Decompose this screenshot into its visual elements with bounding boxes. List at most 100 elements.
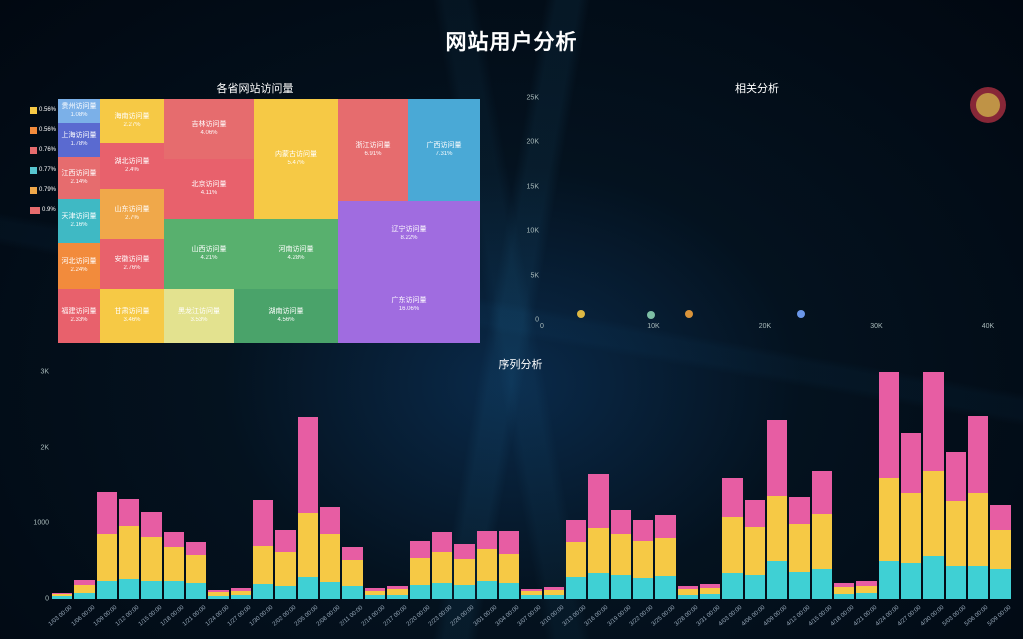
treemap-cell-name: 河北访问量	[62, 258, 97, 266]
legend-pct: 0.56%	[39, 127, 56, 133]
scatter-plot[interactable]	[542, 98, 988, 320]
barseq-column[interactable]: 4/30 00:00	[923, 372, 943, 599]
barseq-column[interactable]: 4/09 00:00	[767, 372, 787, 599]
scatter-point[interactable]	[647, 311, 655, 319]
treemap-cell[interactable]: 河北访问量2.24%	[58, 243, 100, 289]
barseq-column[interactable]: 2/26 00:00	[454, 372, 474, 599]
barseq-xlabel: 3/07 00:00	[517, 605, 543, 628]
barseq-column[interactable]: 3/25 00:00	[655, 372, 675, 599]
treemap-cell[interactable]: 安徽访问量2.76%	[100, 239, 164, 289]
barseq-column[interactable]: 2/02 00:00	[275, 372, 295, 599]
treemap-cell[interactable]: 广东访问量16.06%	[338, 267, 480, 343]
treemap-cell[interactable]: 江西访问量2.14%	[58, 157, 100, 199]
treemap-cell[interactable]: 河南访问量4.28%	[254, 219, 338, 289]
barseq-column[interactable]: 2/08 00:00	[320, 372, 340, 599]
scatter-point[interactable]	[577, 310, 585, 318]
treemap-cell[interactable]: 广西访问量7.31%	[408, 99, 480, 201]
treemap-cell[interactable]: 北京访问量4.11%	[164, 159, 254, 219]
treemap-cell[interactable]: 吉林访问量4.06%	[164, 99, 254, 159]
treemap-cell[interactable]: 辽宁访问量8.22%	[338, 201, 480, 267]
barseq-column[interactable]: 1/09 00:00	[97, 372, 117, 599]
barseq-plot[interactable]: 1/03 00:001/06 00:001/09 00:001/12 00:00…	[52, 372, 1011, 599]
treemap-legend-item: 0.79%	[30, 181, 56, 199]
barseq-column[interactable]: 5/03 00:00	[946, 372, 966, 599]
barseq-column[interactable]: 3/01 00:00	[477, 372, 497, 599]
barseq-column[interactable]: 3/22 00:00	[633, 372, 653, 599]
barseq-segment	[655, 576, 675, 599]
scatter-point[interactable]	[797, 310, 805, 318]
barseq-column[interactable]: 2/20 00:00	[410, 372, 430, 599]
treemap-cell[interactable]: 山西访问量4.21%	[164, 219, 254, 289]
treemap-cell[interactable]: 天津访问量2.16%	[58, 199, 100, 243]
barseq-column[interactable]: 4/24 00:00	[879, 372, 899, 599]
barseq-column[interactable]: 5/06 00:00	[968, 372, 988, 599]
barseq-column[interactable]: 5/09 00:00	[990, 372, 1010, 599]
barseq-column[interactable]: 1/03 00:00	[52, 372, 72, 599]
barseq-column[interactable]: 2/23 00:00	[432, 372, 452, 599]
barseq-segment	[499, 531, 519, 554]
scatter-point[interactable]	[976, 93, 1000, 117]
treemap-cell[interactable]: 福建访问量2.33%	[58, 289, 100, 343]
barseq-segment	[253, 584, 273, 599]
barseq-column[interactable]: 4/27 00:00	[901, 372, 921, 599]
barseq-column[interactable]: 1/15 00:00	[141, 372, 161, 599]
barseq-column[interactable]: 2/11 00:00	[342, 372, 362, 599]
treemap-legend-item: 0.76%	[30, 141, 56, 159]
barseq-segment	[74, 593, 94, 599]
barseq-column[interactable]: 4/12 00:00	[789, 372, 809, 599]
treemap-cell[interactable]: 湖北访问量2.4%	[100, 143, 164, 189]
treemap-cell[interactable]: 湖南访问量4.56%	[234, 289, 338, 343]
barseq-column[interactable]: 3/13 00:00	[566, 372, 586, 599]
barseq-column[interactable]: 1/30 00:00	[253, 372, 273, 599]
barseq-column[interactable]: 1/12 00:00	[119, 372, 139, 599]
treemap-cell[interactable]: 内蒙古访问量5.47%	[254, 99, 338, 219]
treemap-cell[interactable]: 海南访问量2.27%	[100, 99, 164, 143]
barseq-xlabel: 1/06 00:00	[70, 605, 96, 628]
barseq-segment	[968, 416, 988, 493]
barseq-column[interactable]: 1/18 00:00	[164, 372, 184, 599]
treemap-cell[interactable]: 贵州访问量1.08%	[58, 99, 100, 123]
barseq-column[interactable]: 2/14 00:00	[365, 372, 385, 599]
barseq-column[interactable]: 4/15 00:00	[812, 372, 832, 599]
barseq-xlabel: 3/13 00:00	[562, 605, 588, 628]
barseq-column[interactable]: 4/18 00:00	[834, 372, 854, 599]
treemap-cell-name: 辽宁访问量	[392, 226, 427, 234]
barseq-title: 序列分析	[499, 356, 543, 372]
treemap-cell-pct: 2.33%	[70, 317, 87, 324]
treemap-cell[interactable]: 山东访问量2.7%	[100, 189, 164, 239]
treemap-cell[interactable]: 黑龙江访问量3.53%	[164, 289, 234, 343]
treemap-cell-pct: 4.06%	[200, 130, 217, 137]
treemap-cell[interactable]: 甘肃访问量3.46%	[100, 289, 164, 343]
barseq-xlabel: 1/21 00:00	[182, 605, 208, 628]
barseq-column[interactable]: 2/17 00:00	[387, 372, 407, 599]
barseq-column[interactable]: 3/04 00:00	[499, 372, 519, 599]
barseq-column[interactable]: 3/19 00:00	[611, 372, 631, 599]
barseq-ytick: 0	[45, 596, 49, 603]
barseq-segment	[97, 492, 117, 535]
barseq-column[interactable]: 4/06 00:00	[745, 372, 765, 599]
barseq-column[interactable]: 1/24 00:00	[208, 372, 228, 599]
barseq-segment	[298, 513, 318, 577]
treemap-cell[interactable]: 浙江访问量6.91%	[338, 99, 408, 201]
barseq-column[interactable]: 3/10 00:00	[544, 372, 564, 599]
barseq-column[interactable]: 3/28 00:00	[678, 372, 698, 599]
barseq-column[interactable]: 1/27 00:00	[231, 372, 251, 599]
treemap-title: 各省网站访问量	[30, 80, 480, 96]
barseq-xlabel: 1/27 00:00	[227, 605, 253, 628]
barseq-column[interactable]: 2/05 00:00	[298, 372, 318, 599]
barseq-segment	[499, 583, 519, 599]
barseq-xlabel: 2/17 00:00	[383, 605, 409, 628]
barseq-column[interactable]: 4/21 00:00	[856, 372, 876, 599]
barseq-column[interactable]: 1/06 00:00	[74, 372, 94, 599]
treemap-cell[interactable]: 上海访问量1.78%	[58, 123, 100, 157]
barseq-column[interactable]: 3/07 00:00	[521, 372, 541, 599]
barseq-column[interactable]: 3/31 00:00	[700, 372, 720, 599]
barseq-column[interactable]: 3/16 00:00	[588, 372, 608, 599]
barseq-column[interactable]: 1/21 00:00	[186, 372, 206, 599]
treemap-body[interactable]: 0.56%0.56%0.76%0.77%0.79%0.9% 贵州访问量1.08%…	[30, 99, 480, 343]
scatter-point[interactable]	[685, 310, 693, 318]
barseq-xlabel: 3/28 00:00	[674, 605, 700, 628]
barseq-segment	[767, 561, 787, 599]
barseq-segment	[655, 538, 675, 576]
barseq-column[interactable]: 4/03 00:00	[722, 372, 742, 599]
